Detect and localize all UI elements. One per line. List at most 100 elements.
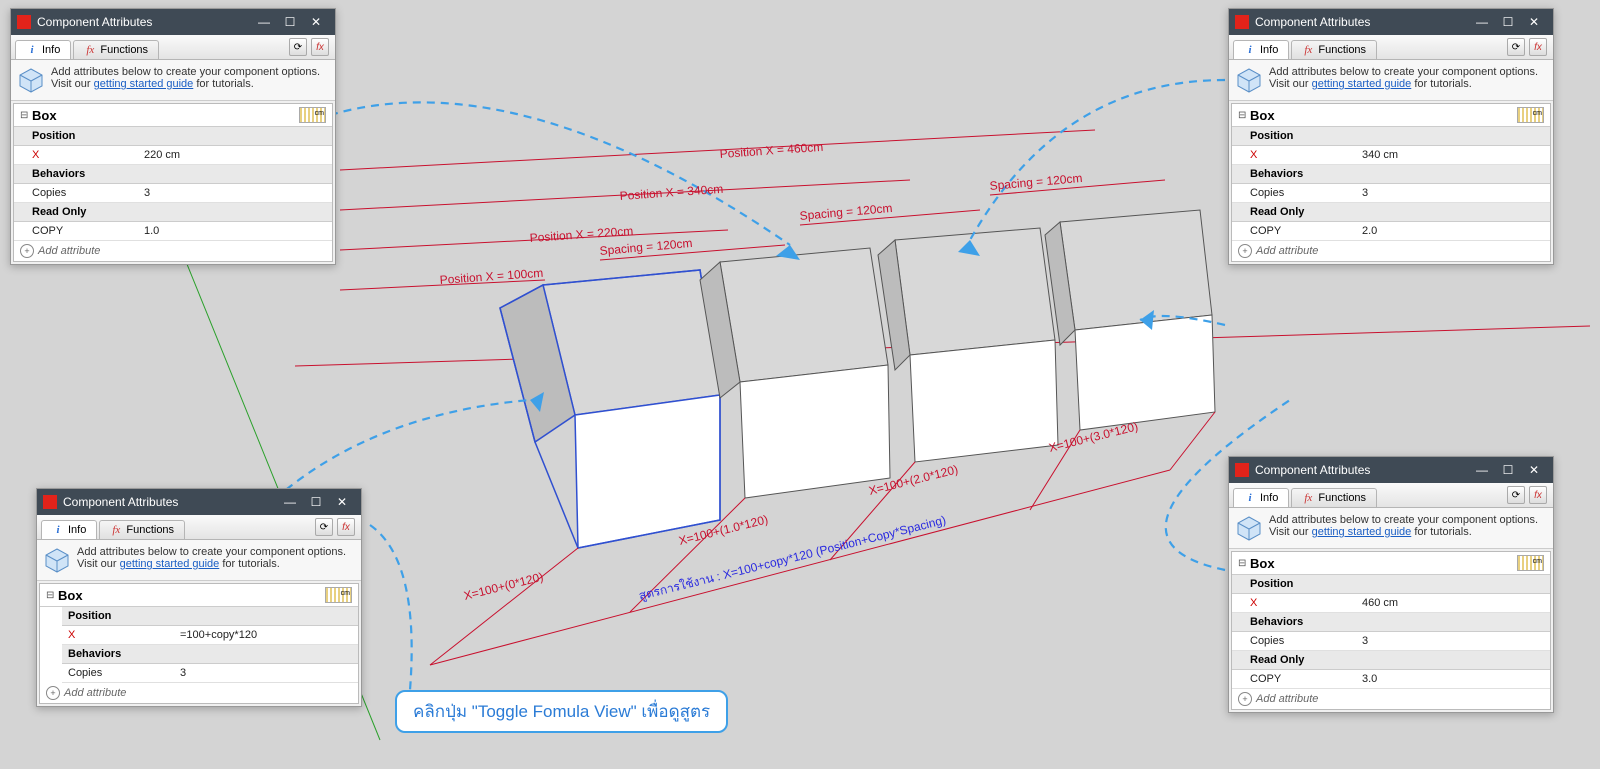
attr-copy-label[interactable]: COPY bbox=[14, 222, 138, 240]
section-readonly: Read Only bbox=[1232, 203, 1550, 222]
attr-copies-value[interactable]: 3 bbox=[1356, 632, 1550, 650]
component-attributes-panel-4[interactable]: Component Attributes — ☐ ✕ iInfo fxFunct… bbox=[1228, 456, 1554, 713]
label-fx-1: X=100+(0*120) bbox=[462, 570, 544, 603]
component-attributes-panel-1[interactable]: Component Attributes — ☐ ✕ iInfo fxFunct… bbox=[10, 8, 336, 265]
plus-icon: + bbox=[1238, 692, 1252, 706]
toggle-formula-button[interactable]: fx bbox=[1529, 486, 1547, 504]
titlebar[interactable]: Component Attributes — ☐ ✕ bbox=[37, 489, 361, 515]
plus-icon: + bbox=[20, 244, 34, 258]
tab-info[interactable]: iInfo bbox=[1233, 40, 1289, 59]
attr-x-label[interactable]: X bbox=[14, 146, 138, 164]
component-name[interactable]: Box bbox=[1250, 108, 1275, 123]
label-sp-3: Spacing = 120cm bbox=[989, 171, 1083, 193]
add-attribute-row[interactable]: +Add attribute bbox=[40, 683, 358, 703]
sketchup-icon bbox=[43, 495, 57, 509]
getting-started-link[interactable]: getting started guide bbox=[1312, 526, 1412, 538]
minimize-button[interactable]: — bbox=[251, 9, 277, 35]
attr-copies-label[interactable]: Copies bbox=[62, 664, 174, 682]
titlebar[interactable]: Component Attributes — ☐ ✕ bbox=[11, 9, 335, 35]
units-badge[interactable]: cm bbox=[325, 587, 352, 603]
section-readonly: Read Only bbox=[1232, 651, 1550, 670]
units-badge[interactable]: cm bbox=[1517, 107, 1544, 123]
component-name[interactable]: Box bbox=[32, 108, 57, 123]
minimize-button[interactable]: — bbox=[1469, 457, 1495, 483]
tab-functions[interactable]: fxFunctions bbox=[1291, 40, 1377, 59]
maximize-button[interactable]: ☐ bbox=[277, 9, 303, 35]
maximize-button[interactable]: ☐ bbox=[1495, 9, 1521, 35]
collapse-toggle[interactable]: ⊟ bbox=[1238, 110, 1250, 121]
close-button[interactable]: ✕ bbox=[1521, 9, 1547, 35]
attr-copies-value[interactable]: 3 bbox=[1356, 184, 1550, 202]
titlebar[interactable]: Component Attributes — ☐ ✕ bbox=[1229, 9, 1553, 35]
units-badge[interactable]: cm bbox=[299, 107, 326, 123]
close-button[interactable]: ✕ bbox=[329, 489, 355, 515]
refresh-button[interactable]: ⟳ bbox=[315, 518, 333, 536]
tab-info[interactable]: iInfo bbox=[15, 40, 71, 59]
toggle-formula-button[interactable]: fx bbox=[311, 38, 329, 56]
attr-x-value[interactable]: 460 cm bbox=[1356, 594, 1550, 612]
getting-started-link[interactable]: getting started guide bbox=[94, 78, 194, 90]
tab-info[interactable]: iInfo bbox=[41, 520, 97, 539]
tab-info[interactable]: iInfo bbox=[1233, 488, 1289, 507]
section-behaviors: Behaviors bbox=[1232, 613, 1550, 632]
attr-copies-label[interactable]: Copies bbox=[14, 184, 138, 202]
section-position: Position bbox=[14, 127, 332, 146]
component-name[interactable]: Box bbox=[58, 588, 83, 603]
attr-x-label[interactable]: X bbox=[1232, 594, 1356, 612]
collapse-toggle[interactable]: ⊟ bbox=[46, 590, 58, 601]
add-attribute-row[interactable]: +Add attribute bbox=[1232, 689, 1550, 709]
units-badge[interactable]: cm bbox=[1517, 555, 1544, 571]
toggle-formula-button[interactable]: fx bbox=[337, 518, 355, 536]
attr-x-formula[interactable]: =100+copy*120 bbox=[174, 626, 358, 644]
sketchup-icon bbox=[1235, 463, 1249, 477]
attr-copies-label[interactable]: Copies bbox=[1232, 632, 1356, 650]
fx-icon: fx bbox=[110, 524, 122, 536]
tab-bar: iInfo fxFunctions ⟳fx bbox=[1229, 35, 1553, 60]
attr-copy-label[interactable]: COPY bbox=[1232, 222, 1356, 240]
collapse-toggle[interactable]: ⊟ bbox=[20, 110, 32, 121]
component-icon bbox=[17, 66, 45, 94]
close-button[interactable]: ✕ bbox=[303, 9, 329, 35]
collapse-toggle[interactable]: ⊟ bbox=[1238, 558, 1250, 569]
section-position: Position bbox=[1232, 575, 1550, 594]
minimize-button[interactable]: — bbox=[277, 489, 303, 515]
attr-x-label[interactable]: X bbox=[1232, 146, 1356, 164]
attr-copy-value[interactable]: 1.0 bbox=[138, 222, 332, 240]
attr-copy-value[interactable]: 3.0 bbox=[1356, 670, 1550, 688]
window-title: Component Attributes bbox=[1255, 15, 1370, 29]
toggle-formula-button[interactable]: fx bbox=[1529, 38, 1547, 56]
plus-icon: + bbox=[46, 686, 60, 700]
titlebar[interactable]: Component Attributes — ☐ ✕ bbox=[1229, 457, 1553, 483]
callout-toggle-formula: คลิกปุ่ม "Toggle Fomula View" เพื่อดูสูต… bbox=[395, 690, 728, 733]
getting-started-link[interactable]: getting started guide bbox=[1312, 78, 1412, 90]
getting-started-link[interactable]: getting started guide bbox=[120, 558, 220, 570]
add-attribute-row[interactable]: +Add attribute bbox=[14, 241, 332, 261]
component-attributes-panel-3[interactable]: Component Attributes — ☐ ✕ iInfo fxFunct… bbox=[36, 488, 362, 707]
attr-copy-label[interactable]: COPY bbox=[1232, 670, 1356, 688]
refresh-button[interactable]: ⟳ bbox=[1507, 38, 1525, 56]
maximize-button[interactable]: ☐ bbox=[303, 489, 329, 515]
tab-functions[interactable]: fxFunctions bbox=[99, 520, 185, 539]
attr-x-value[interactable]: 340 cm bbox=[1356, 146, 1550, 164]
info-icon: i bbox=[1244, 492, 1256, 504]
maximize-button[interactable]: ☐ bbox=[1495, 457, 1521, 483]
window-title: Component Attributes bbox=[1255, 463, 1370, 477]
attr-x-value[interactable]: 220 cm bbox=[138, 146, 332, 164]
sketchup-icon bbox=[17, 15, 31, 29]
attr-x-label[interactable]: X bbox=[62, 626, 174, 644]
attr-copies-value[interactable]: 3 bbox=[138, 184, 332, 202]
tab-functions[interactable]: fxFunctions bbox=[1291, 488, 1377, 507]
attr-copy-value[interactable]: 2.0 bbox=[1356, 222, 1550, 240]
hint-bar: Add attributes below to create your comp… bbox=[11, 60, 335, 101]
close-button[interactable]: ✕ bbox=[1521, 457, 1547, 483]
minimize-button[interactable]: — bbox=[1469, 9, 1495, 35]
section-position: Position bbox=[62, 607, 358, 626]
component-attributes-panel-2[interactable]: Component Attributes — ☐ ✕ iInfo fxFunct… bbox=[1228, 8, 1554, 265]
attr-copies-value[interactable]: 3 bbox=[174, 664, 358, 682]
component-name[interactable]: Box bbox=[1250, 556, 1275, 571]
add-attribute-row[interactable]: +Add attribute bbox=[1232, 241, 1550, 261]
refresh-button[interactable]: ⟳ bbox=[289, 38, 307, 56]
refresh-button[interactable]: ⟳ bbox=[1507, 486, 1525, 504]
attr-copies-label[interactable]: Copies bbox=[1232, 184, 1356, 202]
tab-functions[interactable]: fxFunctions bbox=[73, 40, 159, 59]
